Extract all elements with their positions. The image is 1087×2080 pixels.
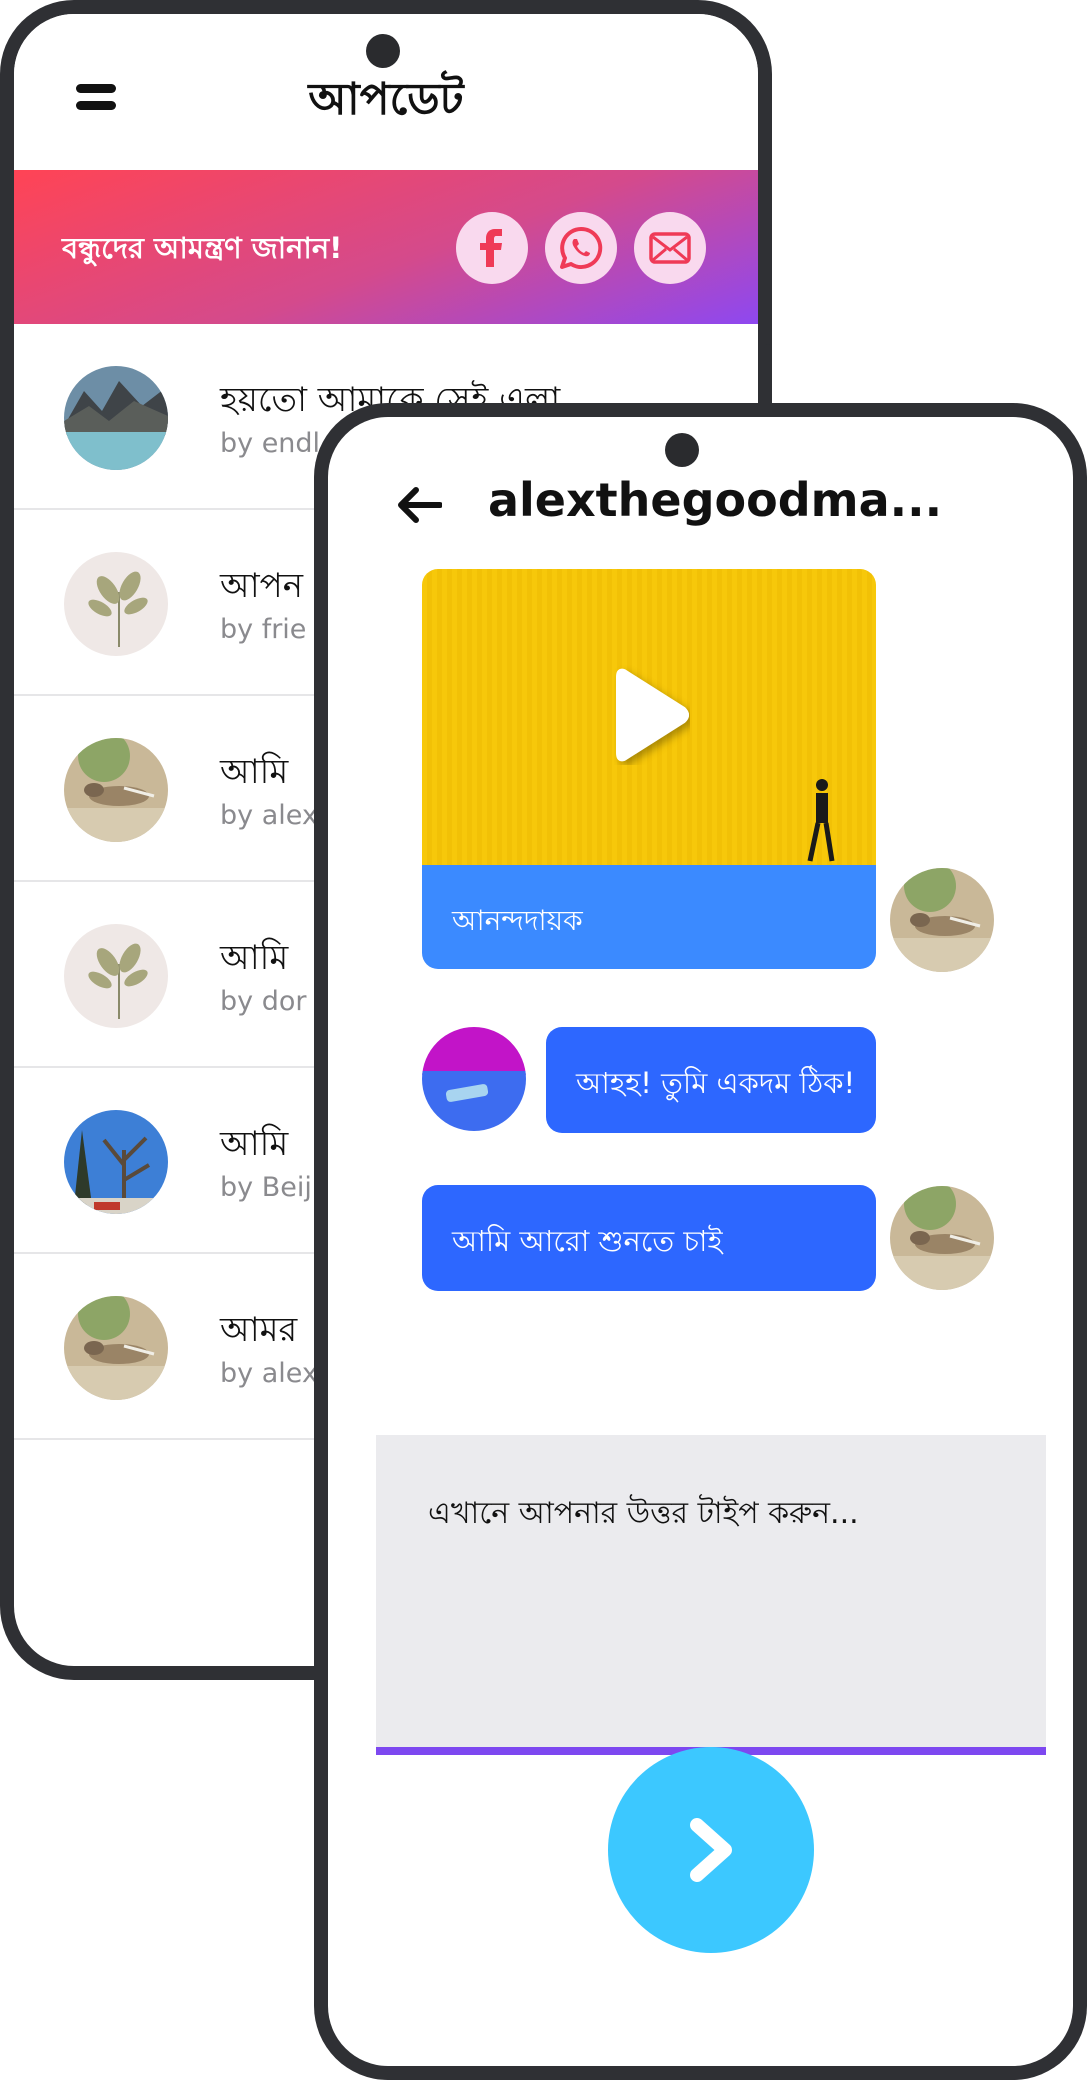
- person-silhouette: [807, 779, 835, 862]
- avatar[interactable]: [890, 868, 994, 972]
- thumbnail-leaf-sketch: [64, 924, 168, 1028]
- front-camera: [665, 433, 699, 467]
- email-share-button[interactable]: [634, 212, 706, 284]
- avatar[interactable]: [890, 1186, 994, 1290]
- update-author: by endl: [220, 428, 321, 459]
- invite-text: বন্ধুদের আমন্ত্রণ জানান!: [62, 231, 343, 265]
- message-bubble-outgoing: আমি আরো শুনতে চাই: [422, 1185, 876, 1291]
- video-caption: আনন্দদায়ক: [452, 904, 583, 937]
- facebook-share-button[interactable]: [456, 212, 528, 284]
- update-author: by dor: [220, 986, 307, 1017]
- thumbnail-chipmunk: [64, 1296, 168, 1400]
- front-camera: [366, 34, 400, 68]
- video-caption-bar: আনন্দদায়ক: [422, 865, 876, 969]
- whatsapp-share-button[interactable]: [545, 212, 617, 284]
- play-icon[interactable]: [614, 665, 690, 765]
- update-title: আমি: [220, 752, 289, 792]
- phone-side-button: [1079, 1073, 1087, 1183]
- email-icon: [649, 232, 691, 264]
- update-title: আমি: [220, 938, 289, 978]
- update-author: by alex: [220, 1358, 318, 1389]
- thumbnail-leaf-sketch: [64, 552, 168, 656]
- whatsapp-icon: [560, 226, 603, 269]
- video-message[interactable]: আনন্দদায়ক: [422, 569, 876, 969]
- invite-friends-banner: বন্ধুদের আমন্ত্রণ জানান!: [14, 170, 758, 324]
- update-author: by alex: [220, 800, 318, 831]
- update-author: by Beij: [220, 1172, 312, 1203]
- page-title: আপডেট: [308, 74, 464, 125]
- chat-screen: alexthegoodma... আনন্দদায়ক আহহ! তুমি এক…: [328, 417, 1073, 2066]
- message-bubble-incoming: আহহ! তুমি একদম ঠিক!: [546, 1027, 876, 1133]
- send-button[interactable]: [608, 1747, 814, 1953]
- chat-title: alexthegoodma...: [488, 473, 943, 527]
- update-title: আমি: [220, 1124, 289, 1164]
- update-title: আপন: [220, 566, 304, 606]
- update-author: by frie: [220, 614, 307, 645]
- thumbnail-mountain-lake: [64, 366, 168, 470]
- thumbnail-trees: [64, 1110, 168, 1214]
- update-title: আমর: [220, 1310, 298, 1350]
- facebook-icon: [480, 229, 502, 267]
- front-phone-frame: alexthegoodma... আনন্দদায়ক আহহ! তুমি এক…: [314, 403, 1087, 2080]
- thumbnail-chipmunk: [64, 738, 168, 842]
- back-arrow-icon[interactable]: [396, 485, 442, 525]
- chevron-right-icon: [690, 1818, 732, 1882]
- phone-side-button: [1079, 748, 1087, 938]
- avatar[interactable]: [422, 1027, 526, 1131]
- reply-input[interactable]: [376, 1435, 1046, 1755]
